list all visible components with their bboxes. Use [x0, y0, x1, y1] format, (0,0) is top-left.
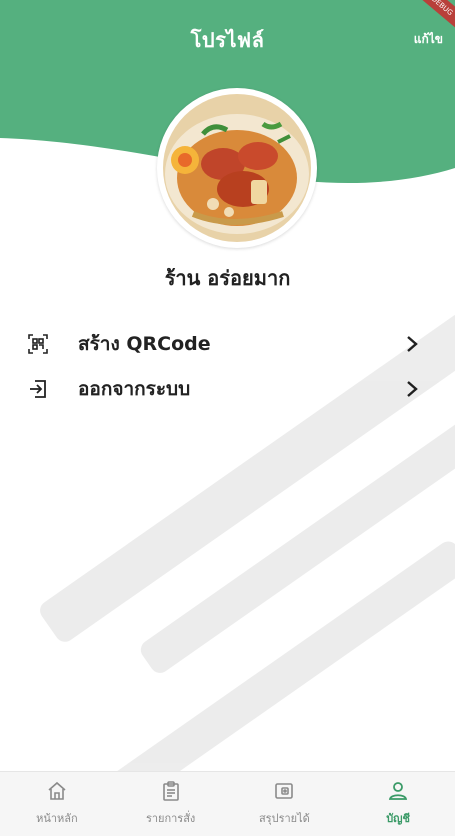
menu-item-create-qrcode[interactable]: สร้าง QRCode	[26, 327, 421, 361]
nav-label: บัญชี	[386, 812, 411, 825]
chevron-right-icon	[403, 377, 421, 401]
nav-item-income-summary[interactable]: สรุปรายได้	[228, 772, 342, 836]
avatar[interactable]	[157, 88, 317, 248]
nav-item-account[interactable]: บัญชี	[341, 772, 455, 836]
qr-code-icon	[26, 332, 50, 356]
menu-item-label: สร้าง QRCode	[78, 333, 211, 355]
clipboard-icon	[161, 781, 181, 805]
nav-item-orders[interactable]: รายการสั่ง	[114, 772, 228, 836]
edit-button[interactable]: แก้ไข	[414, 30, 443, 49]
chevron-right-icon	[403, 332, 421, 356]
bottom-navigation: หน้าหลัก รายการสั่ง สรุปรายได้ บัญชี	[0, 771, 455, 836]
page-title: โปรไฟล์	[190, 28, 265, 52]
nav-item-home[interactable]: หน้าหลัก	[0, 772, 114, 836]
food-photo-illustration	[163, 94, 311, 242]
food-photo	[163, 94, 311, 242]
wallet-icon	[274, 781, 294, 805]
home-icon	[47, 781, 67, 805]
nav-label: หน้าหลัก	[36, 812, 78, 825]
nav-label: รายการสั่ง	[145, 812, 196, 825]
logout-icon	[26, 377, 50, 401]
nav-label: สรุปรายได้	[258, 812, 310, 825]
shop-name: ร้าน อร่อยมาก	[164, 266, 291, 290]
menu-item-logout[interactable]: ออกจากระบบ	[26, 372, 421, 406]
user-icon	[388, 781, 408, 805]
menu-item-label: ออกจากระบบ	[78, 378, 191, 400]
